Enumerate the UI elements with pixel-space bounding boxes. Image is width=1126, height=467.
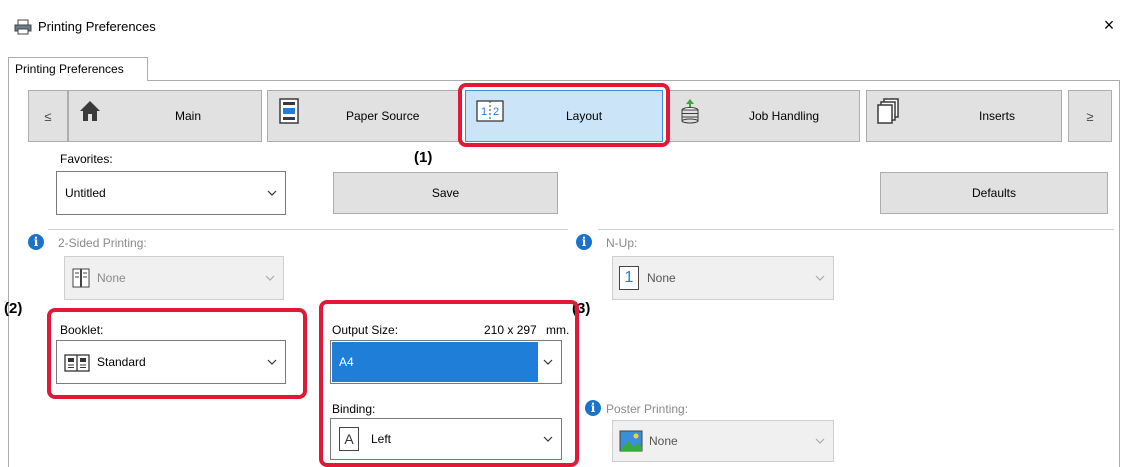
output-size-value: A4 <box>339 355 354 369</box>
divider-right <box>598 229 1114 230</box>
nup-label: N-Up: <box>606 236 638 250</box>
favorites-value: Untitled <box>65 186 106 200</box>
window-title: Printing Preferences <box>38 19 156 34</box>
inserts-icon <box>877 98 899 124</box>
binding-label: Binding: <box>332 402 376 416</box>
save-button[interactable]: Save <box>333 172 558 214</box>
nup-page-icon: 1 <box>619 266 639 290</box>
output-size-label: Output Size: <box>332 323 399 337</box>
tab-inserts-label: Inserts <box>979 109 1016 123</box>
booklet-select[interactable]: Standard <box>56 340 286 384</box>
tab-main-label: Main <box>175 109 202 123</box>
info-icon: i <box>28 234 44 250</box>
tab-main[interactable]: Main <box>68 90 262 142</box>
nup-select[interactable]: 1 None <box>612 256 834 300</box>
chevron-down-icon <box>267 359 277 365</box>
poster-value: None <box>649 434 678 448</box>
output-size-selection <box>332 342 538 382</box>
favorites-select[interactable]: Untitled <box>56 171 286 215</box>
info-icon: i <box>576 234 592 250</box>
tab-layout-label: Layout <box>566 109 603 123</box>
svg-text:2: 2 <box>493 106 499 118</box>
chevron-down-icon <box>543 359 553 365</box>
paper-source-icon <box>279 98 299 124</box>
binding-select[interactable]: A Left <box>330 418 562 460</box>
home-icon <box>80 101 100 121</box>
tab-paper-source-label: Paper Source <box>346 109 420 123</box>
two-sided-value: None <box>97 271 126 285</box>
job-handling-icon <box>681 99 699 124</box>
chevron-down-icon <box>265 275 275 281</box>
poster-label: Poster Printing: <box>606 402 689 416</box>
nup-value: None <box>647 271 676 285</box>
two-sided-label: 2-Sided Printing: <box>58 236 147 250</box>
tab-printing-preferences[interactable]: Printing Preferences <box>8 57 148 81</box>
booklet-icon <box>64 354 90 372</box>
tab-job-handling-label: Job Handling <box>749 109 820 123</box>
layout-icon: 1 2 <box>476 100 504 122</box>
info-icon: i <box>585 400 601 416</box>
chevron-down-icon <box>543 436 553 442</box>
output-size-dimensions: 210 x 297 <box>484 323 537 337</box>
tab-job-handling[interactable]: Job Handling <box>668 90 860 142</box>
tab-paper-source[interactable]: Paper Source <box>267 90 459 142</box>
poster-select[interactable]: None <box>612 420 834 462</box>
printer-icon <box>14 19 32 35</box>
next-icon: ≥ <box>1086 109 1094 124</box>
tab-layout[interactable]: 1 2 Layout <box>465 90 663 142</box>
ribbon-prev-button[interactable]: ≤ <box>28 90 68 142</box>
ribbon-next-button[interactable]: ≥ <box>1068 90 1112 142</box>
output-size-unit: mm. <box>546 323 570 337</box>
prev-icon: ≤ <box>44 109 52 124</box>
booklet-value: Standard <box>97 355 146 369</box>
svg-text:1: 1 <box>481 106 487 118</box>
chevron-down-icon <box>815 275 825 281</box>
title-bar: Printing Preferences × <box>0 0 1126 52</box>
two-sided-book-icon <box>72 268 90 288</box>
two-sided-select[interactable]: None <box>64 256 284 300</box>
close-button[interactable]: × <box>1098 14 1120 36</box>
binding-value: Left <box>371 432 392 446</box>
tab-inserts[interactable]: Inserts <box>866 90 1062 142</box>
booklet-label: Booklet: <box>60 323 104 337</box>
callout-2: (2) <box>4 300 23 317</box>
callout-1: (1) <box>414 149 433 166</box>
poster-image-icon <box>619 430 643 452</box>
binding-page-icon: A <box>339 427 359 451</box>
divider-left <box>48 229 568 230</box>
chevron-down-icon <box>267 190 277 196</box>
chevron-down-icon <box>815 438 825 444</box>
tab-printing-preferences-label: Printing Preferences <box>15 62 124 76</box>
output-size-select[interactable]: A4 <box>330 340 562 384</box>
favorites-label: Favorites: <box>60 152 113 166</box>
defaults-button[interactable]: Defaults <box>880 172 1108 214</box>
callout-3: (3) <box>572 300 591 317</box>
